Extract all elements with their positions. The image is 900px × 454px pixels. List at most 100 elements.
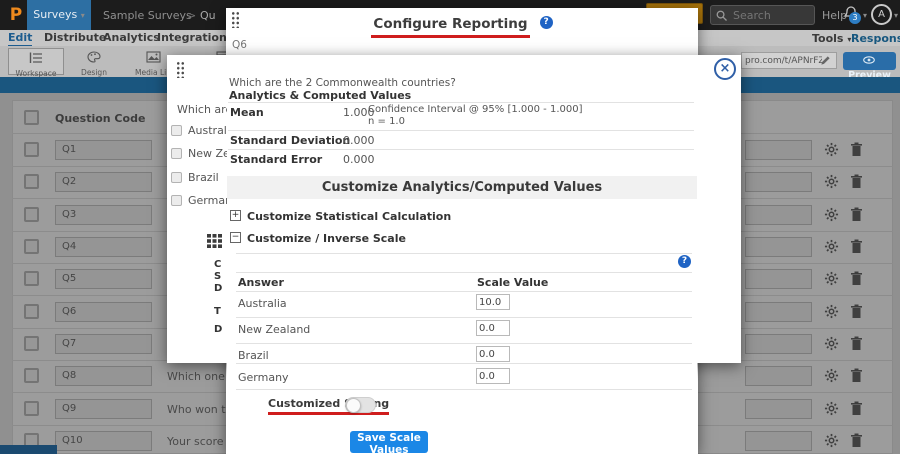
option-checkbox[interactable] xyxy=(171,195,182,206)
gear-icon[interactable] xyxy=(824,401,839,416)
customized-scaling-toggle[interactable] xyxy=(345,397,376,413)
chevron-down-icon[interactable]: ▾ xyxy=(863,11,867,20)
gear-icon[interactable] xyxy=(824,433,839,448)
row-side-field[interactable] xyxy=(745,237,812,257)
trash-icon[interactable] xyxy=(850,142,863,157)
option-checkbox[interactable] xyxy=(171,172,182,183)
question-code-label: Q6 xyxy=(232,39,247,51)
trash-icon[interactable] xyxy=(850,433,863,448)
breadcrumb-separator-icon: > xyxy=(187,9,196,22)
question-code-field[interactable]: Q6 xyxy=(55,302,152,322)
tab-analytics[interactable]: Analytics xyxy=(103,31,160,44)
gear-icon[interactable] xyxy=(824,142,839,157)
scale-value-input[interactable] xyxy=(476,320,510,336)
chevron-down-icon[interactable]: ▾ xyxy=(894,11,898,20)
trash-icon[interactable] xyxy=(850,368,863,383)
row-side-field[interactable] xyxy=(745,366,812,386)
search-input[interactable] xyxy=(731,7,811,23)
question-code-field[interactable]: Q7 xyxy=(55,334,152,354)
trash-icon[interactable] xyxy=(850,401,863,416)
help-icon[interactable]: ? xyxy=(540,16,553,29)
gear-icon[interactable] xyxy=(824,368,839,383)
row-side-field[interactable] xyxy=(745,302,812,322)
design-label: Design xyxy=(70,68,118,77)
stat-value: 0.000 xyxy=(343,153,375,166)
row-checkbox[interactable] xyxy=(24,174,39,189)
trash-icon[interactable] xyxy=(850,304,863,319)
option-checkbox[interactable] xyxy=(171,125,182,136)
answer-label: Brazil xyxy=(238,349,269,362)
workspace-button[interactable]: Workspace xyxy=(8,48,64,75)
gear-icon[interactable] xyxy=(824,239,839,254)
stat-label: Standard Error xyxy=(230,153,322,166)
surveys-menu[interactable]: Surveys ▾ xyxy=(27,0,91,30)
close-icon[interactable]: × xyxy=(714,58,736,80)
row-checkbox[interactable] xyxy=(24,207,39,222)
trash-icon[interactable] xyxy=(850,239,863,254)
tab-edit[interactable]: Edit xyxy=(8,31,32,47)
preview-button[interactable]: Preview xyxy=(843,52,896,70)
select-all-checkbox[interactable] xyxy=(24,110,39,125)
clipped-label: D xyxy=(214,324,222,335)
gear-icon[interactable] xyxy=(824,174,839,189)
scale-value-input[interactable] xyxy=(476,346,510,362)
question-code-field[interactable]: Q9 xyxy=(55,399,152,419)
collapse-minus-icon[interactable]: − xyxy=(230,232,241,243)
question-code-field[interactable]: Q3 xyxy=(55,205,152,225)
row-checkbox[interactable] xyxy=(24,239,39,254)
row-checkbox[interactable] xyxy=(24,271,39,286)
search-icon xyxy=(715,9,728,22)
avatar[interactable]: A xyxy=(871,4,892,25)
trash-icon[interactable] xyxy=(850,174,863,189)
trash-icon[interactable] xyxy=(850,336,863,351)
scale-value-input[interactable] xyxy=(476,368,510,384)
row-checkbox[interactable] xyxy=(24,336,39,351)
scale-value-input[interactable] xyxy=(476,294,510,310)
tab-distribute[interactable]: Distribute xyxy=(44,31,106,44)
gear-icon[interactable] xyxy=(824,336,839,351)
gear-icon[interactable] xyxy=(824,304,839,319)
accordion-inverse-scale[interactable]: Customize / Inverse Scale xyxy=(247,232,406,245)
palette-icon xyxy=(87,51,101,63)
question-code-field[interactable]: Q5 xyxy=(55,269,152,289)
row-checkbox[interactable] xyxy=(24,142,39,157)
trash-icon[interactable] xyxy=(850,207,863,222)
search-box[interactable] xyxy=(710,5,815,25)
grid-icon[interactable] xyxy=(207,234,222,248)
tools-menu[interactable]: Tools ▾ xyxy=(812,32,851,45)
image-icon xyxy=(146,51,161,63)
question-code-field[interactable]: Q10 xyxy=(55,431,152,451)
breadcrumb[interactable]: Sample Surveys xyxy=(103,9,192,22)
row-side-field[interactable] xyxy=(745,205,812,225)
option-checkbox[interactable] xyxy=(171,148,182,159)
question-code-field[interactable]: Q4 xyxy=(55,237,152,257)
row-side-field[interactable] xyxy=(745,269,812,289)
row-side-field[interactable] xyxy=(745,334,812,354)
gear-icon[interactable] xyxy=(824,271,839,286)
question-code-field[interactable]: Q2 xyxy=(55,172,152,192)
design-button[interactable]: Design xyxy=(70,48,118,75)
gear-icon[interactable] xyxy=(824,207,839,222)
workspace-icon xyxy=(29,52,44,64)
save-scale-values-button[interactable]: Save Scale Values xyxy=(350,431,428,453)
modal-title: Configure Reporting xyxy=(371,16,529,38)
help-icon[interactable]: ? xyxy=(678,255,691,268)
row-side-field[interactable] xyxy=(745,399,812,419)
accordion-statistical-calculation[interactable]: Customize Statistical Calculation xyxy=(247,210,451,223)
question-code-field[interactable]: Q1 xyxy=(55,140,152,160)
row-checkbox[interactable] xyxy=(24,304,39,319)
edit-url-pencil-icon[interactable] xyxy=(820,55,831,66)
scale-value-column-header: Scale Value xyxy=(477,276,548,289)
row-checkbox[interactable] xyxy=(24,401,39,416)
questionpro-logo: P xyxy=(6,3,26,27)
row-side-field[interactable] xyxy=(745,431,812,451)
expand-plus-icon[interactable]: + xyxy=(230,210,241,221)
row-side-field[interactable] xyxy=(745,140,812,160)
row-checkbox[interactable] xyxy=(24,368,39,383)
customize-section-title: Customize Analytics/Computed Values xyxy=(227,176,697,199)
row-side-field[interactable] xyxy=(745,172,812,192)
tab-integration[interactable]: Integration xyxy=(157,31,227,44)
question-code-field[interactable]: Q8 xyxy=(55,366,152,386)
drag-handle-icon[interactable] xyxy=(176,61,185,78)
trash-icon[interactable] xyxy=(850,271,863,286)
